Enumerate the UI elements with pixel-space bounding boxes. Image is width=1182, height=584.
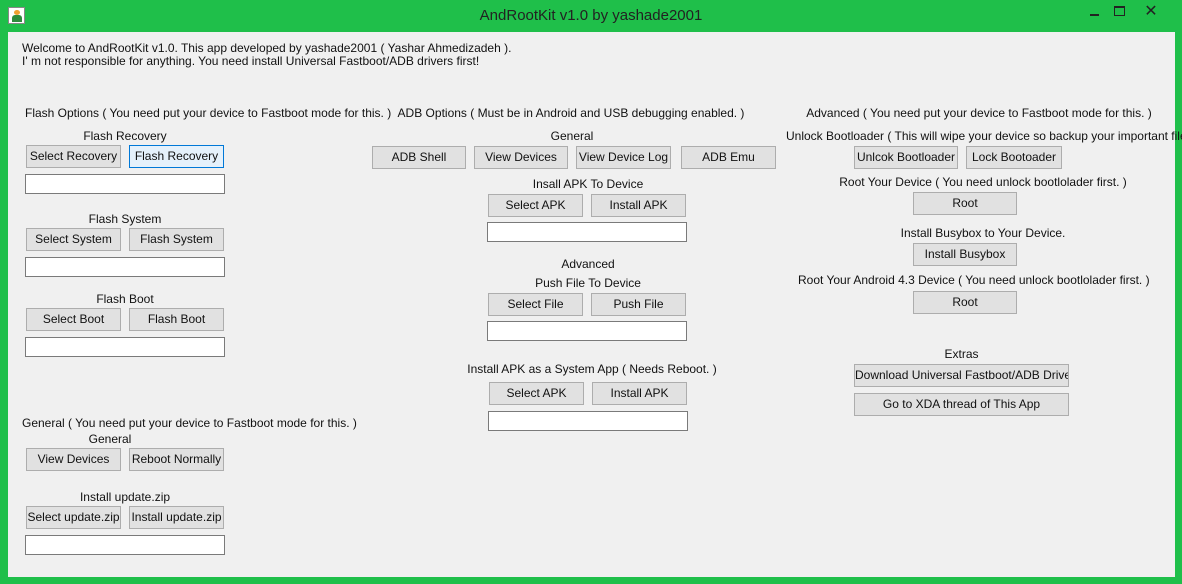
- install-busybox-label: Install Busybox to Your Device.: [900, 226, 1066, 240]
- view-device-log-button[interactable]: View Device Log: [576, 146, 671, 169]
- select-recovery-button[interactable]: Select Recovery: [26, 145, 121, 168]
- boot-path-field[interactable]: [25, 337, 225, 357]
- update-zip-path-field[interactable]: [25, 535, 225, 555]
- install-update-label: Install update.zip: [79, 490, 171, 504]
- maximize-icon: [1114, 6, 1125, 16]
- apk-path-field[interactable]: [487, 222, 687, 242]
- xda-thread-button[interactable]: Go to XDA thread of This App: [854, 393, 1069, 416]
- root-android-43-button[interactable]: Root: [913, 291, 1017, 314]
- select-update-zip-button[interactable]: Select update.zip: [26, 506, 121, 529]
- install-apk-button[interactable]: Install APK: [591, 194, 686, 217]
- adb-general-label: General: [550, 129, 594, 143]
- general-heading: General ( You need put your device to Fa…: [22, 416, 357, 430]
- close-button[interactable]: ✕: [1128, 2, 1174, 22]
- select-system-apk-button[interactable]: Select APK: [489, 382, 584, 405]
- flash-recovery-button[interactable]: Flash Recovery: [129, 145, 224, 168]
- push-file-button[interactable]: Push File: [591, 293, 686, 316]
- flash-options-heading: Flash Options ( You need put your device…: [25, 106, 392, 120]
- select-file-button[interactable]: Select File: [488, 293, 583, 316]
- minimize-button[interactable]: [1080, 2, 1108, 22]
- minimize-icon: [1090, 14, 1099, 16]
- adb-emu-button[interactable]: ADB Emu: [681, 146, 776, 169]
- push-file-label: Push File To Device: [535, 276, 641, 290]
- select-boot-button[interactable]: Select Boot: [26, 308, 121, 331]
- lock-bootloader-button[interactable]: Lock Bootoader: [966, 146, 1062, 169]
- root-android-43-label: Root Your Android 4.3 Device ( You need …: [798, 273, 1150, 287]
- flash-boot-label: Flash Boot: [96, 292, 154, 306]
- flash-recovery-label: Flash Recovery: [83, 129, 167, 143]
- system-apk-path-field[interactable]: [488, 411, 688, 431]
- unlock-bootloader-label: Unlock Bootloader ( This will wipe your …: [786, 129, 1182, 143]
- adb-view-devices-button[interactable]: View Devices: [474, 146, 568, 169]
- system-app-label: Install APK as a System App ( Needs Rebo…: [467, 362, 717, 376]
- advanced-heading: Advanced ( You need put your device to F…: [806, 106, 1152, 120]
- window-title: AndRootKit v1.0 by yashade2001: [479, 7, 703, 24]
- main-panel: Welcome to AndRootKit v1.0. This app dev…: [8, 32, 1182, 577]
- recovery-path-field[interactable]: [25, 174, 225, 194]
- extras-label: Extras: [944, 347, 979, 361]
- welcome-line-1: Welcome to AndRootKit v1.0. This app dev…: [22, 41, 512, 55]
- welcome-line-2: I' m not responsible for anything. You n…: [22, 54, 480, 68]
- unlock-bootloader-button[interactable]: Unlcok Bootloader: [854, 146, 958, 169]
- adb-shell-button[interactable]: ADB Shell: [372, 146, 466, 169]
- download-drivers-button[interactable]: Download Universal Fastboot/ADB Drivers: [854, 364, 1069, 387]
- reboot-normally-button[interactable]: Reboot Normally: [129, 448, 224, 471]
- adb-options-heading: ADB Options ( Must be in Android and USB…: [397, 106, 745, 120]
- select-system-button[interactable]: Select System: [26, 228, 121, 251]
- install-system-apk-button[interactable]: Install APK: [592, 382, 687, 405]
- install-apk-label: Insall APK To Device: [532, 177, 644, 191]
- flash-boot-button[interactable]: Flash Boot: [129, 308, 224, 331]
- app-window: AndRootKit v1.0 by yashade2001 ✕ Welcome…: [0, 0, 1182, 584]
- general-sub-label: General: [88, 432, 132, 446]
- adb-advanced-label: Advanced: [561, 257, 615, 271]
- flash-system-button[interactable]: Flash System: [129, 228, 224, 251]
- select-apk-button[interactable]: Select APK: [488, 194, 583, 217]
- flash-system-label: Flash System: [88, 212, 162, 226]
- root-button[interactable]: Root: [913, 192, 1017, 215]
- system-path-field[interactable]: [25, 257, 225, 277]
- install-update-zip-button[interactable]: Install update.zip: [129, 506, 224, 529]
- root-device-label: Root Your Device ( You need unlock bootl…: [839, 175, 1127, 189]
- fastboot-view-devices-button[interactable]: View Devices: [26, 448, 121, 471]
- push-file-path-field[interactable]: [487, 321, 687, 341]
- title-bar[interactable]: AndRootKit v1.0 by yashade2001 ✕: [0, 0, 1182, 32]
- install-busybox-button[interactable]: Install Busybox: [913, 243, 1017, 266]
